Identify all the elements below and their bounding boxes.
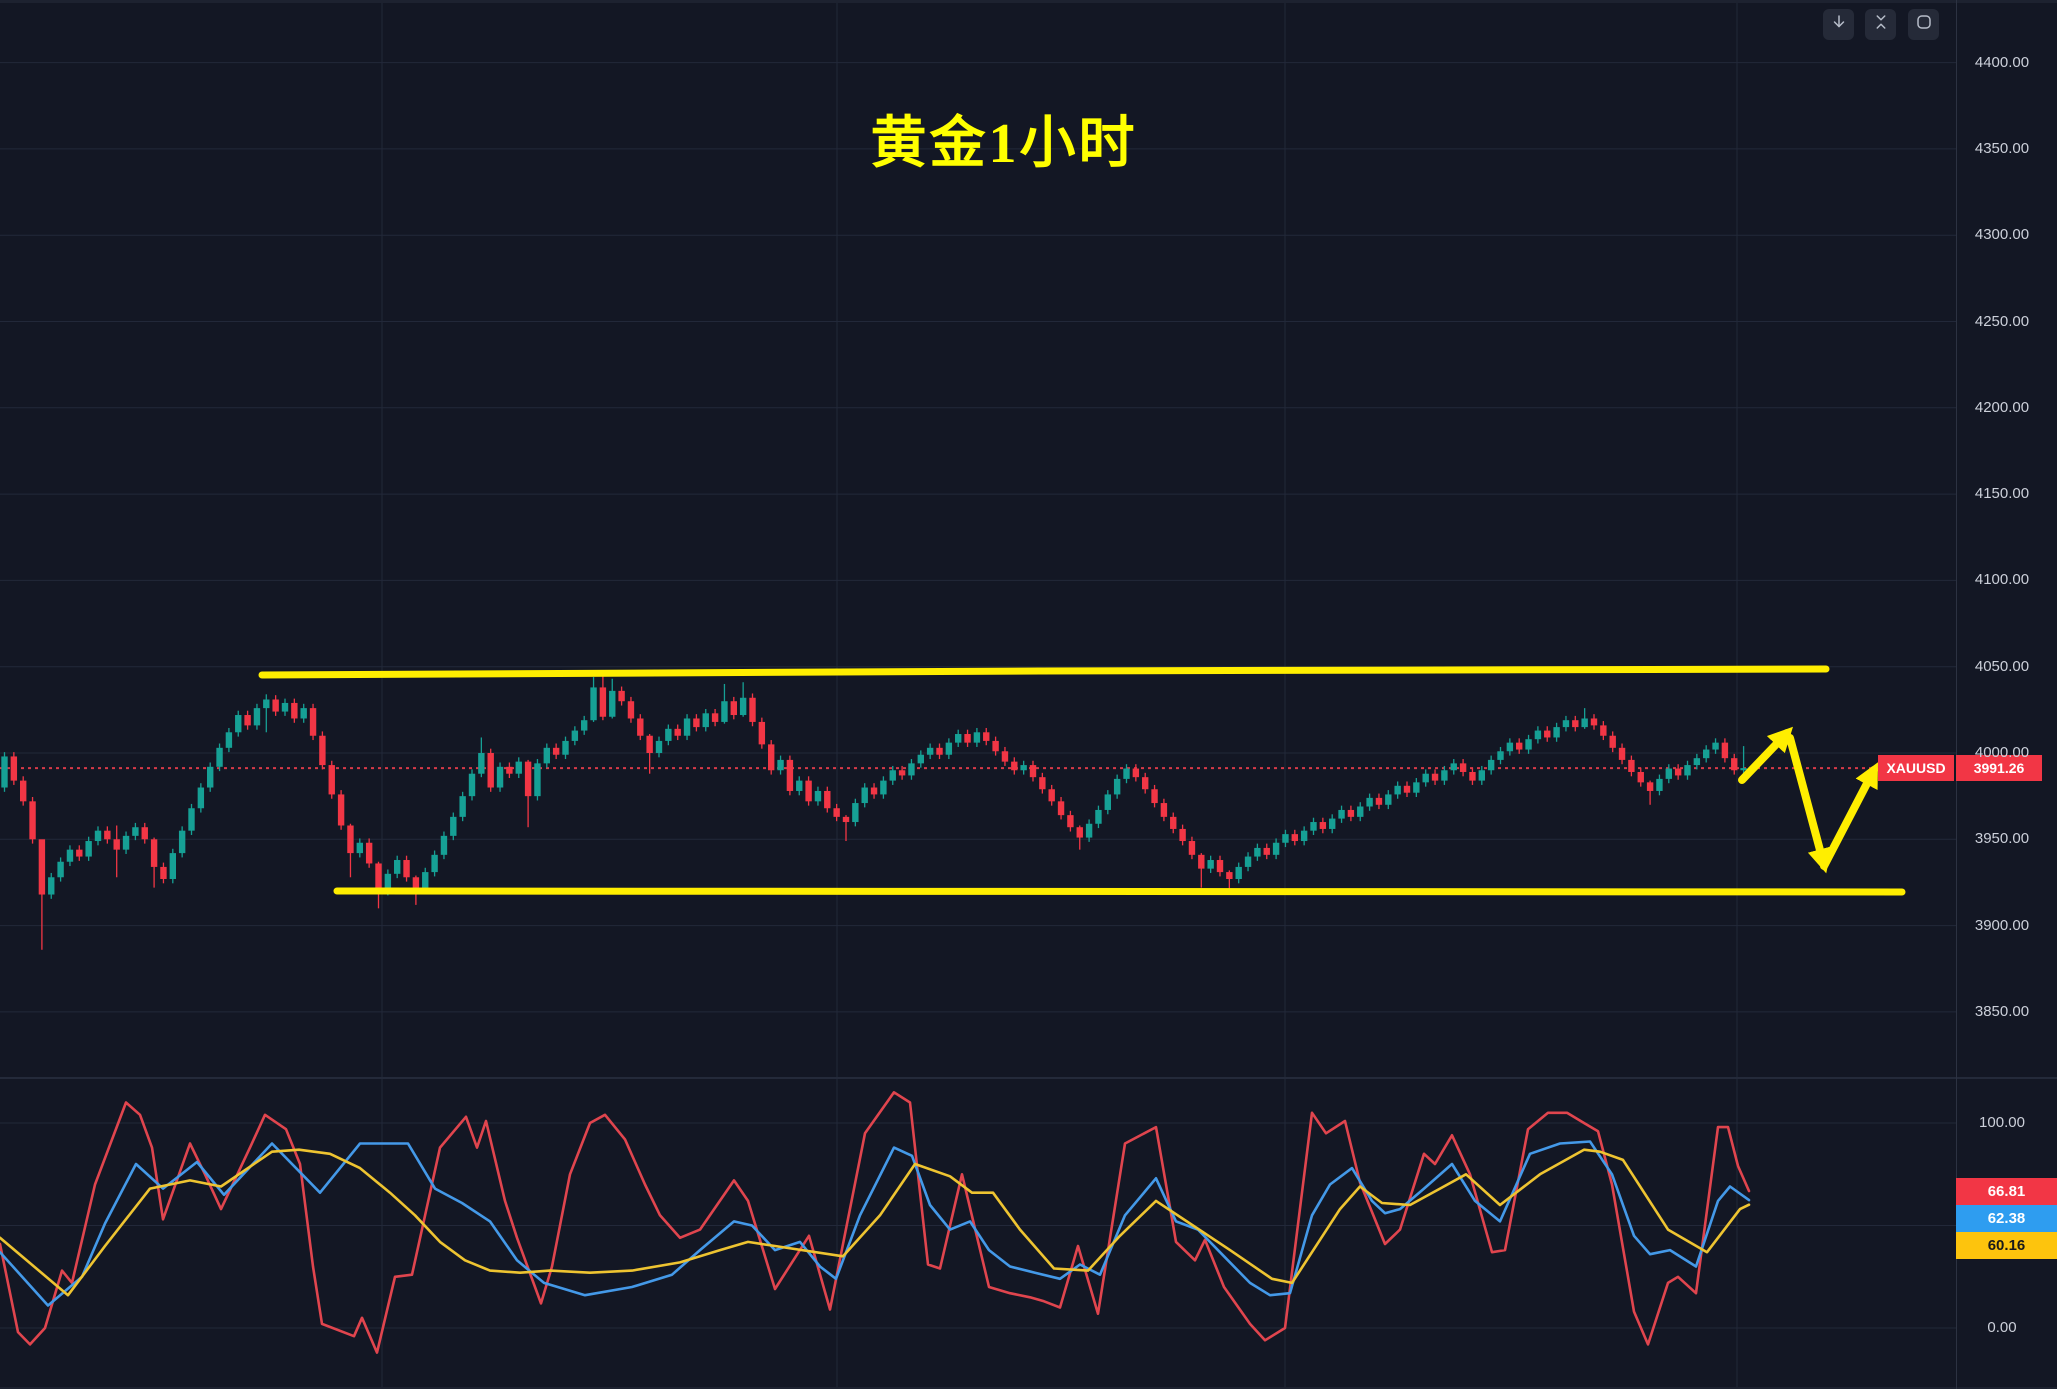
fullscreen-button[interactable] xyxy=(1908,9,1939,40)
axis-tick-label: 4000.00 xyxy=(1956,744,2048,761)
axis-tick-label: 4300.00 xyxy=(1956,226,2048,243)
drawing-annotations[interactable] xyxy=(262,669,1902,892)
axis-tick-label: 4050.00 xyxy=(1956,658,2048,675)
indicator-line-mid xyxy=(0,1142,1749,1306)
axis-tick-label: 100.00 xyxy=(1956,1114,2048,1131)
candlesticks xyxy=(1,674,1747,950)
axis-tick-label: 4100.00 xyxy=(1956,571,2048,588)
top-border-strip xyxy=(0,0,2057,3)
indicator-value-badge-slow: 60.16 xyxy=(1956,1232,2057,1259)
axis-tick-label: 4200.00 xyxy=(1956,399,2048,416)
forecast-arrow-1 xyxy=(1742,733,1787,780)
gridlines xyxy=(0,3,1956,1389)
axis-tick-label: 3950.00 xyxy=(1956,830,2048,847)
indicator-value-badge-mid: 62.38 xyxy=(1956,1205,2057,1232)
price-tag-symbol: XAUUSD xyxy=(1878,755,1954,781)
indicator-line-slow xyxy=(0,1150,1749,1296)
axis-tick-label: 4350.00 xyxy=(1956,140,2048,157)
indicator-value-badge-fast: 66.81 xyxy=(1956,1178,2057,1205)
download-button[interactable] xyxy=(1823,9,1854,40)
pane-separator xyxy=(0,1077,2057,1079)
axis-tick-label: 3850.00 xyxy=(1956,1003,2048,1020)
forecast-arrow-3 xyxy=(1824,770,1874,866)
frame-icon xyxy=(1915,13,1933,36)
chart-canvas[interactable] xyxy=(0,0,2057,1389)
axis-tick-label: 4400.00 xyxy=(1956,54,2048,71)
chevrons-collapse-icon xyxy=(1872,13,1890,36)
indicator-lines xyxy=(0,1092,1749,1352)
axis-tick-label: 4250.00 xyxy=(1956,313,2048,330)
resistance-trendline xyxy=(262,669,1826,675)
trading-app-window: 黄金1小时 XAUUSD 3991.26 66.81 62.38 60.16 4… xyxy=(0,0,2057,1389)
arrow-down-icon xyxy=(1830,13,1848,36)
forecast-arrow-2 xyxy=(1790,738,1824,865)
axis-tick-label: 4150.00 xyxy=(1956,485,2048,502)
axis-tick-label: 3900.00 xyxy=(1956,917,2048,934)
chart-title-annotation[interactable]: 黄金1小时 xyxy=(871,98,1138,179)
collapse-pane-button[interactable] xyxy=(1865,9,1896,40)
axis-tick-label: 0.00 xyxy=(1956,1319,2048,1336)
support-trendline xyxy=(337,891,1902,892)
